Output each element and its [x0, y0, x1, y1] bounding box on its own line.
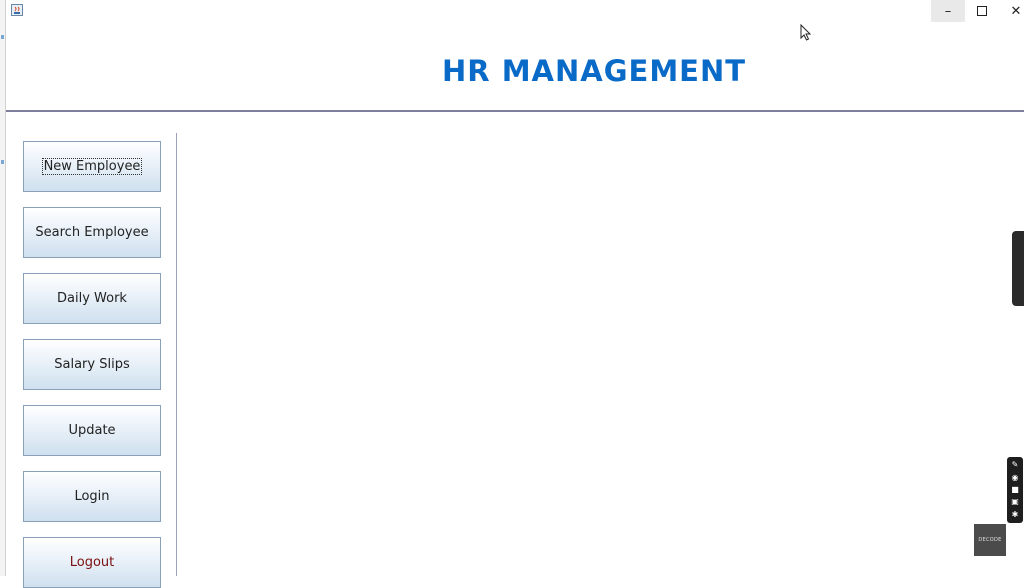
edge-mark [1, 160, 4, 164]
watermark-logo: DECODE [974, 524, 1006, 556]
button-label: Search Employee [35, 225, 149, 240]
button-label: Update [68, 423, 116, 438]
window-icon[interactable]: ▣ [1010, 498, 1020, 506]
video-icon[interactable]: ■ [1010, 485, 1020, 494]
mouse-pointer-icon [800, 24, 812, 41]
gear-icon[interactable]: ✱ [1010, 510, 1020, 519]
button-label: Salary Slips [54, 357, 130, 372]
java-app-icon [11, 4, 23, 16]
minimize-icon: – [944, 3, 952, 19]
salary-slips-button[interactable]: Salary Slips [23, 339, 161, 390]
logout-button[interactable]: Logout [23, 537, 161, 588]
maximize-button[interactable] [965, 0, 999, 22]
minimize-button[interactable]: – [931, 0, 965, 22]
sidebar-divider [176, 133, 177, 576]
maximize-icon [977, 6, 987, 16]
recorder-toolbar[interactable]: ✎ ◉ ■ ▣ ✱ [1007, 457, 1023, 523]
search-employee-button[interactable]: Search Employee [23, 207, 161, 258]
left-window-edge [0, 0, 6, 576]
page-title: HR MANAGEMENT [442, 54, 747, 88]
watermark-text: DECODE [978, 537, 1002, 543]
close-icon: ✕ [1010, 3, 1022, 19]
button-label: Daily Work [57, 291, 127, 306]
update-button[interactable]: Update [23, 405, 161, 456]
login-button[interactable]: Login [23, 471, 161, 522]
header-separator [6, 110, 1024, 112]
button-label: Login [74, 489, 110, 504]
close-button[interactable]: ✕ [999, 0, 1024, 22]
title-bar[interactable]: – ✕ [6, 0, 1024, 22]
edge-mark [1, 35, 4, 39]
pen-icon[interactable]: ✎ [1010, 461, 1020, 469]
side-panel-handle[interactable] [1012, 231, 1024, 306]
new-employee-button[interactable]: New Employee [23, 141, 161, 192]
button-label: Logout [69, 555, 115, 570]
button-label: New Employee [41, 158, 143, 175]
daily-work-button[interactable]: Daily Work [23, 273, 161, 324]
app-window: – ✕ HR MANAGEMENT New Employee Search Em… [0, 0, 1024, 588]
camera-icon[interactable]: ◉ [1010, 473, 1020, 482]
